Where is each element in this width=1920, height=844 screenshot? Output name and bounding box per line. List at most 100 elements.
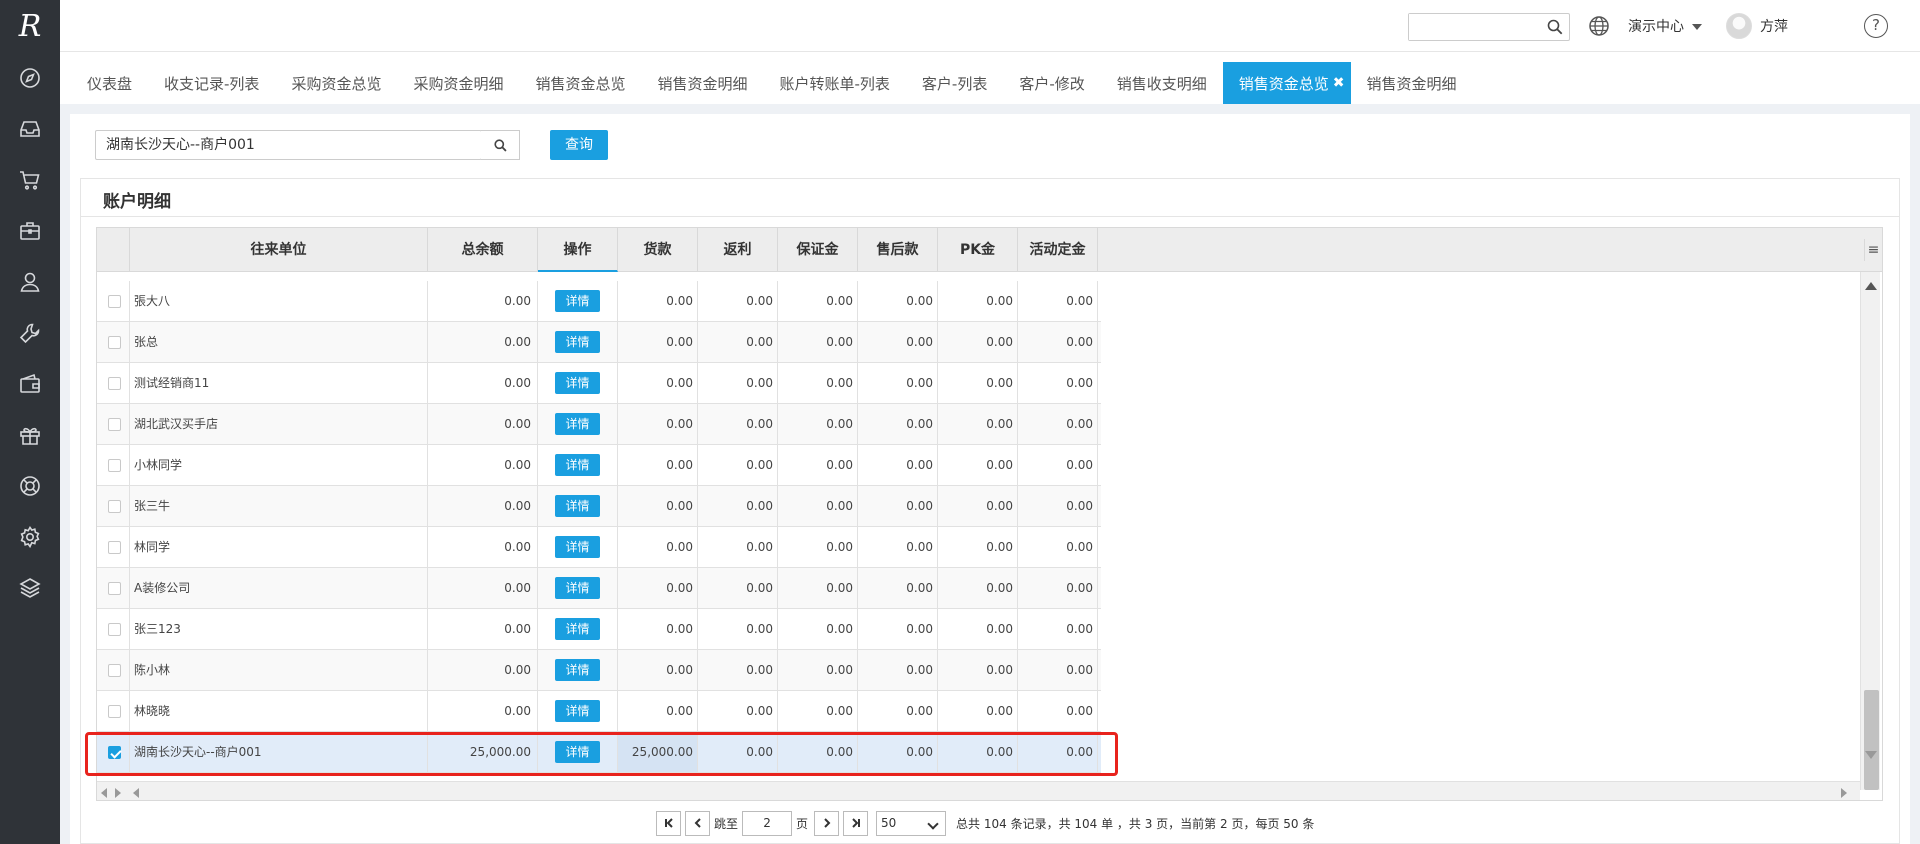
column-header[interactable]: 活动定金: [1018, 228, 1098, 272]
page-number-input[interactable]: 2: [742, 810, 793, 836]
help-icon[interactable]: ?: [1864, 14, 1888, 38]
row-checkbox[interactable]: [108, 418, 121, 431]
tab-9[interactable]: 销售收支明细: [1101, 62, 1223, 104]
detail-button[interactable]: 详情: [555, 577, 600, 599]
customer-search-input[interactable]: 湖南长沙天心--商户001: [95, 130, 482, 160]
global-search-input[interactable]: [1409, 14, 1539, 40]
row-checkbox[interactable]: [108, 705, 121, 718]
globe-icon[interactable]: [1588, 15, 1610, 37]
row-checkbox[interactable]: [108, 582, 121, 595]
tab-4[interactable]: 销售资金总览: [519, 62, 641, 104]
tab-0[interactable]: 仪表盘: [60, 62, 148, 104]
gear-icon[interactable]: [0, 511, 60, 562]
scroll-left-icon[interactable]: [133, 788, 139, 798]
table-row[interactable]: 小林同学 0.00 详情 0.00 0.00 0.00 0.00 0.00 0.00: [97, 445, 1101, 486]
table-row[interactable]: 林同学 0.00 详情 0.00 0.00 0.00 0.00 0.00 0.00: [97, 527, 1101, 568]
scroll-right-icon[interactable]: [115, 788, 121, 798]
first-page-button[interactable]: [656, 810, 681, 836]
table-row[interactable]: 陈小林 0.00 详情 0.00 0.00 0.00 0.00 0.00 0.00: [97, 650, 1101, 691]
customer-search-button[interactable]: [481, 130, 520, 160]
user-name[interactable]: 方萍: [1760, 16, 1788, 36]
table-row[interactable]: 张三123 0.00 详情 0.00 0.00 0.00 0.00 0.00 0.00: [97, 609, 1101, 650]
column-header[interactable]: 货款: [618, 228, 698, 272]
table-row[interactable]: 林晓晓 0.00 详情 0.00 0.00 0.00 0.00 0.00 0.00: [97, 691, 1101, 732]
divider: [80, 216, 1900, 217]
tab-2[interactable]: 采购资金总览: [275, 62, 397, 104]
tab-10[interactable]: 销售资金总览 ✖: [1222, 62, 1351, 104]
inbox-icon[interactable]: [0, 103, 60, 154]
layers-icon[interactable]: [0, 562, 60, 613]
scroll-thumb[interactable]: [1864, 690, 1879, 790]
column-header[interactable]: 操作: [538, 228, 618, 272]
partner-name: 林同学: [130, 527, 428, 567]
tab-7[interactable]: 客户-列表: [906, 62, 1003, 104]
detail-button[interactable]: 详情: [555, 413, 600, 435]
horizontal-scrollbar[interactable]: [97, 781, 1860, 800]
detail-button[interactable]: 详情: [555, 331, 600, 353]
detail-button[interactable]: 详情: [555, 454, 600, 476]
center-dropdown[interactable]: 演示中心: [1628, 16, 1702, 36]
last-page-button[interactable]: [843, 810, 869, 836]
table-row[interactable]: 張大八 0.00 详情 0.00 0.00 0.00 0.00 0.00 0.00: [97, 281, 1101, 322]
page-size-select[interactable]: 50: [876, 810, 947, 836]
scroll-down-icon[interactable]: [1865, 751, 1877, 759]
row-checkbox[interactable]: [108, 459, 121, 472]
search-icon[interactable]: [1547, 19, 1563, 35]
partner-name: 陈小林: [130, 650, 428, 690]
vertical-scrollbar[interactable]: [1860, 272, 1880, 790]
prev-page-button[interactable]: [685, 810, 710, 836]
column-header[interactable]: 售后款: [858, 228, 938, 272]
detail-button[interactable]: 详情: [555, 495, 600, 517]
detail-button[interactable]: 详情: [555, 536, 600, 558]
cart-icon[interactable]: [0, 154, 60, 205]
tab-3[interactable]: 采购资金明细: [397, 62, 519, 104]
tab-1[interactable]: 收支记录-列表: [148, 62, 275, 104]
close-tab-icon[interactable]: ✖: [1333, 75, 1345, 91]
detail-button[interactable]: 详情: [555, 290, 600, 312]
row-checkbox[interactable]: [108, 336, 121, 349]
lifebuoy-icon[interactable]: [0, 460, 60, 511]
gift-icon[interactable]: [0, 409, 60, 460]
tab-11[interactable]: 销售资金明细: [1351, 62, 1473, 104]
table-row[interactable]: 张总 0.00 详情 0.00 0.00 0.00 0.00 0.00 0.00: [97, 322, 1101, 363]
app-logo[interactable]: R: [0, 0, 60, 52]
amount-cell: 0.00: [698, 404, 778, 444]
scroll-up-icon[interactable]: [1865, 282, 1877, 290]
column-header[interactable]: 往来单位: [130, 228, 428, 272]
scroll-right-icon[interactable]: [1841, 788, 1847, 798]
row-checkbox[interactable]: [108, 377, 121, 390]
detail-button[interactable]: 详情: [555, 618, 600, 640]
avatar[interactable]: [1726, 13, 1752, 39]
next-page-button[interactable]: [814, 810, 840, 836]
row-checkbox[interactable]: [108, 623, 121, 636]
column-header[interactable]: PK金: [938, 228, 1018, 272]
column-header[interactable]: 返利: [698, 228, 778, 272]
table-row[interactable]: 湖北武汉买手店 0.00 详情 0.00 0.00 0.00 0.00 0.00 0.00: [97, 404, 1101, 445]
detail-button[interactable]: 详情: [555, 372, 600, 394]
user-icon[interactable]: [0, 256, 60, 307]
wrench-icon[interactable]: [0, 307, 60, 358]
table-row[interactable]: 张三牛 0.00 详情 0.00 0.00 0.00 0.00 0.00 0.00: [97, 486, 1101, 527]
table-row[interactable]: A装修公司 0.00 详情 0.00 0.00 0.00 0.00 0.00 0.00: [97, 568, 1101, 609]
global-search[interactable]: [1408, 13, 1570, 41]
detail-button[interactable]: 详情: [555, 700, 600, 722]
row-checkbox[interactable]: [108, 541, 121, 554]
row-checkbox[interactable]: [108, 295, 121, 308]
detail-button[interactable]: 详情: [555, 659, 600, 681]
column-header[interactable]: 总余额: [428, 228, 538, 272]
scroll-left-icon[interactable]: [101, 788, 107, 798]
query-button[interactable]: 查询: [550, 130, 608, 160]
wallet-icon[interactable]: [0, 358, 60, 409]
table-row[interactable]: 测试经销商11 0.00 详情 0.00 0.00 0.00 0.00 0.00 0.00: [97, 363, 1101, 404]
tab-8[interactable]: 客户-修改: [1003, 62, 1100, 104]
tab-5[interactable]: 销售资金明细: [641, 62, 763, 104]
compass-icon[interactable]: [0, 52, 60, 103]
tab-6[interactable]: 账户转账单-列表: [764, 62, 906, 104]
briefcase-icon[interactable]: [0, 205, 60, 256]
row-checkbox[interactable]: [108, 664, 121, 677]
column-header[interactable]: 保证金: [778, 228, 858, 272]
row-checkbox[interactable]: [108, 500, 121, 513]
total-balance: 0.00: [428, 691, 538, 731]
column-menu-icon[interactable]: ≡: [1864, 239, 1882, 261]
operation-cell: 详情: [538, 609, 618, 649]
